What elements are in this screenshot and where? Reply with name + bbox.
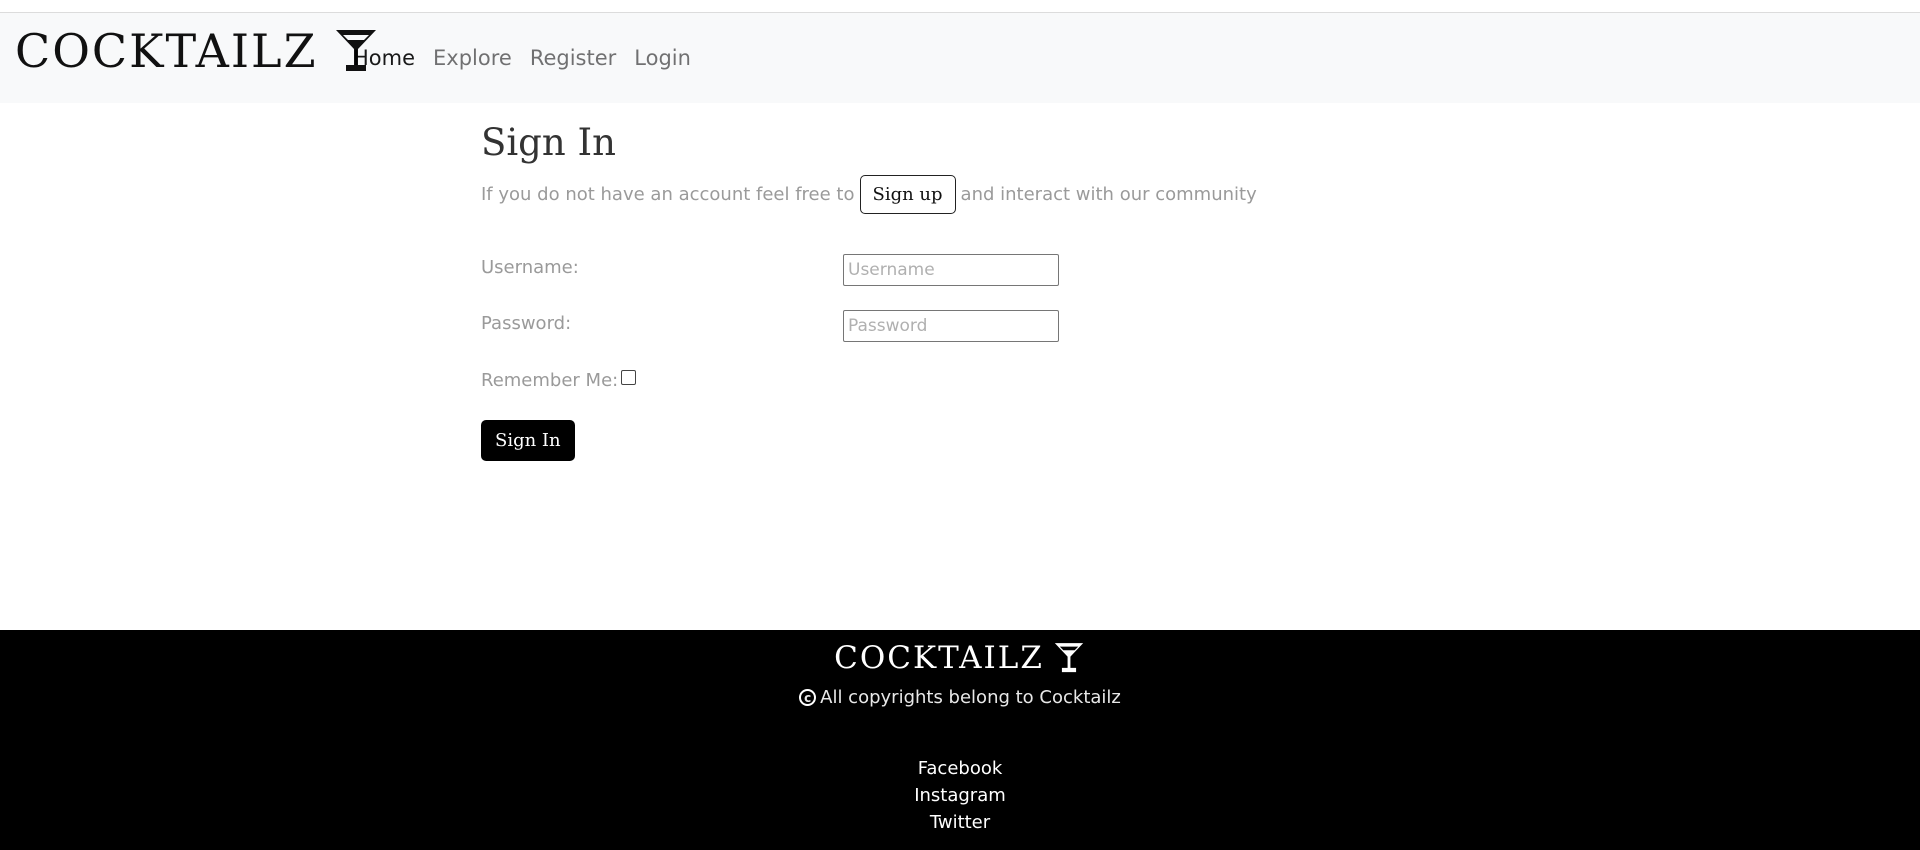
username-input[interactable] — [843, 254, 1059, 286]
footer-brand-name: COCKTAILZ — [834, 640, 1044, 676]
nav-home-link[interactable]: Home — [353, 46, 415, 70]
instagram-link[interactable]: Instagram — [0, 782, 1920, 809]
password-input[interactable] — [843, 310, 1059, 342]
copyright-text: All copyrights belong to Cocktailz — [820, 687, 1121, 708]
remember-label: Remember Me: — [481, 369, 619, 391]
username-row: Username: — [481, 253, 1181, 287]
nav-login-link[interactable]: Login — [634, 46, 691, 70]
signup-prompt-after: and interact with our community — [960, 184, 1257, 205]
nav-links: Home Explore Register Login — [353, 13, 709, 103]
twitter-link[interactable]: Twitter — [0, 809, 1920, 836]
cocktail-glass-icon — [1052, 641, 1086, 675]
signup-button[interactable]: Sign up — [859, 175, 956, 214]
facebook-link[interactable]: Facebook — [0, 755, 1920, 782]
remember-row: Remember Me: — [481, 365, 1181, 395]
nav-explore-link[interactable]: Explore — [433, 46, 512, 70]
username-label: Username: — [481, 256, 579, 278]
social-links: Facebook Instagram Twitter — [0, 755, 1920, 836]
footer: COCKTAILZ c All copyrights belong to Coc… — [0, 630, 1920, 850]
password-row: Password: — [481, 309, 1181, 343]
brand-logo-link[interactable]: COCKTAILZ — [15, 27, 380, 75]
brand-name: COCKTAILZ — [15, 24, 318, 78]
footer-brand: COCKTAILZ — [0, 640, 1920, 676]
browser-top-strip — [0, 0, 1920, 13]
remember-checkbox[interactable] — [621, 369, 637, 385]
signup-prompt: If you do not have an account feel free … — [481, 175, 1257, 214]
copyright-icon: c — [799, 689, 817, 706]
nav-register-link[interactable]: Register — [530, 46, 616, 70]
signup-prompt-before: If you do not have an account feel free … — [481, 184, 855, 205]
signin-submit-button[interactable]: Sign In — [481, 420, 575, 461]
page-title: Sign In — [481, 121, 616, 164]
navbar: COCKTAILZ Home Explore Register Login — [0, 13, 1920, 103]
password-label: Password: — [481, 312, 572, 334]
copyright-notice: c All copyrights belong to Cocktailz — [0, 687, 1920, 708]
